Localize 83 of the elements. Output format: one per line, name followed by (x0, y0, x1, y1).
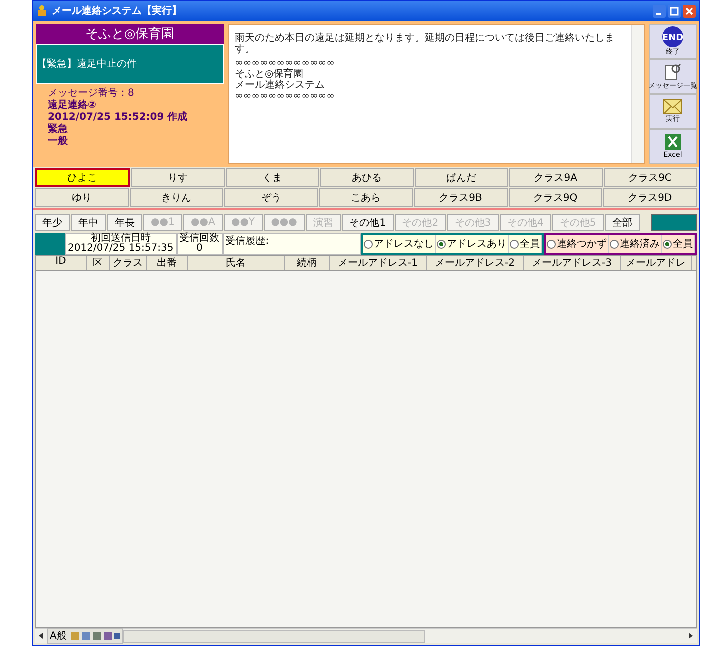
class-button[interactable]: りす (131, 168, 225, 187)
class-button[interactable]: くま (226, 168, 320, 187)
filter-button[interactable]: その他1 (342, 214, 394, 231)
radio-button[interactable] (547, 240, 556, 248)
class-button[interactable]: クラス9C (604, 168, 697, 187)
filter-button[interactable]: 年少 (35, 214, 70, 231)
class-button[interactable]: ぱんだ (414, 168, 508, 187)
radio-option[interactable]: アドレスなし (363, 235, 436, 253)
horizontal-scrollbar[interactable]: A般 (35, 628, 697, 643)
message-line: ∞∞∞∞∞∞∞∞∞∞∞∞ (235, 58, 336, 69)
first-sent-label: 初回送信日時 (90, 234, 151, 244)
language-bar[interactable]: A般 (47, 628, 123, 644)
radio-label: 全員 (520, 238, 540, 251)
class-button[interactable]: こあら (319, 188, 413, 207)
class-button[interactable]: きりん (130, 188, 224, 207)
column-header[interactable]: メールアドレス-1 (330, 256, 427, 270)
count-label: 受信回数 (180, 234, 220, 244)
maximize-icon[interactable] (668, 4, 681, 18)
message-line: メール連絡システム (235, 80, 326, 91)
column-header[interactable]: クラス (110, 256, 147, 270)
radio-option[interactable]: 連絡済み (609, 235, 662, 253)
class-button[interactable]: ぞう (224, 188, 318, 207)
spreadsheet-icon (664, 133, 682, 151)
first-sent-value: 2012/07/25 15:57:35 (68, 244, 174, 254)
filter-button[interactable]: 年長 (107, 214, 142, 231)
filter-button[interactable]: 年中 (71, 214, 106, 231)
app-icon (36, 5, 48, 17)
radio-option[interactable]: 連絡つかず (546, 235, 609, 253)
language-bar-label: A般 (50, 630, 67, 643)
minimize-icon[interactable] (653, 4, 666, 18)
message-info: 一般 (48, 136, 69, 148)
column-header[interactable]: 続柄 (285, 256, 330, 270)
radio-label: 連絡つかず (557, 238, 607, 251)
message-subject: 【緊急】遠足中止の件 (36, 44, 224, 84)
radio-label: 連絡済み (620, 238, 660, 251)
radio-option[interactable]: 全員 (662, 235, 695, 253)
column-header[interactable]: メールアドレ (621, 256, 692, 270)
message-info: 緊急 (48, 124, 69, 136)
column-header[interactable]: 区 (87, 256, 110, 270)
class-button[interactable]: クラス9A (509, 168, 603, 187)
status-block (650, 214, 697, 231)
radio-label: アドレスあり (447, 238, 507, 251)
column-header[interactable]: メールアドレス-3 (524, 256, 621, 270)
history-label: 受信履歴: (226, 236, 270, 247)
envelope-icon (663, 99, 683, 115)
radio-button[interactable] (364, 240, 373, 248)
radio-button[interactable] (663, 240, 672, 248)
scrollbar[interactable] (631, 25, 644, 163)
count-value: 0 (196, 244, 203, 254)
message-info: 2012/07/25 15:52:09 作成 (48, 112, 189, 124)
filter-button[interactable]: 全部 (604, 214, 640, 231)
message-line: ∞∞∞∞∞∞∞∞∞∞∞∞ (235, 91, 336, 102)
class-button[interactable]: クラス9D (603, 188, 698, 207)
end-icon: END (662, 26, 684, 48)
school-name: そふと◎保育園 (36, 24, 224, 44)
class-button[interactable]: クラス9B (414, 188, 508, 207)
radio-button[interactable] (510, 240, 519, 248)
radio-label: アドレスなし (374, 238, 434, 251)
class-button[interactable]: ゆり (35, 188, 129, 207)
scroll-right-icon[interactable] (687, 632, 695, 640)
class-button[interactable]: ひよこ (35, 168, 130, 187)
scroll-left-icon[interactable] (37, 632, 45, 640)
message-info: 遠足連絡② (48, 100, 98, 112)
close-icon[interactable] (683, 4, 696, 18)
window-title: メール連絡システム【実行】 (52, 4, 182, 18)
message-line: そふと◎保育園 (235, 69, 305, 80)
column-header[interactable]: メールアドレス-2 (427, 256, 524, 270)
history-field[interactable]: 受信履歴: (222, 233, 361, 255)
toolbar-icons-drawing (70, 630, 120, 642)
column-header[interactable]: 出番 (147, 256, 188, 270)
status-block (35, 233, 65, 255)
column-header[interactable]: 氏名 (188, 256, 285, 270)
message-info: メッセージ番号：8 (48, 88, 136, 100)
class-button[interactable]: クラス9Q (508, 188, 602, 207)
radio-button[interactable] (610, 240, 619, 248)
radio-option[interactable]: アドレスあり (436, 235, 509, 253)
radio-button[interactable] (437, 240, 446, 248)
radio-label: 全員 (673, 238, 693, 251)
class-button[interactable]: あひる (320, 168, 414, 187)
message-line: 雨天のため本日の遠足は延期となります。延期の日程については後日ご連絡いたします。 (235, 33, 616, 55)
column-header[interactable]: ID (36, 256, 87, 270)
radio-option[interactable]: 全員 (509, 235, 542, 253)
document-search-icon (663, 62, 683, 82)
